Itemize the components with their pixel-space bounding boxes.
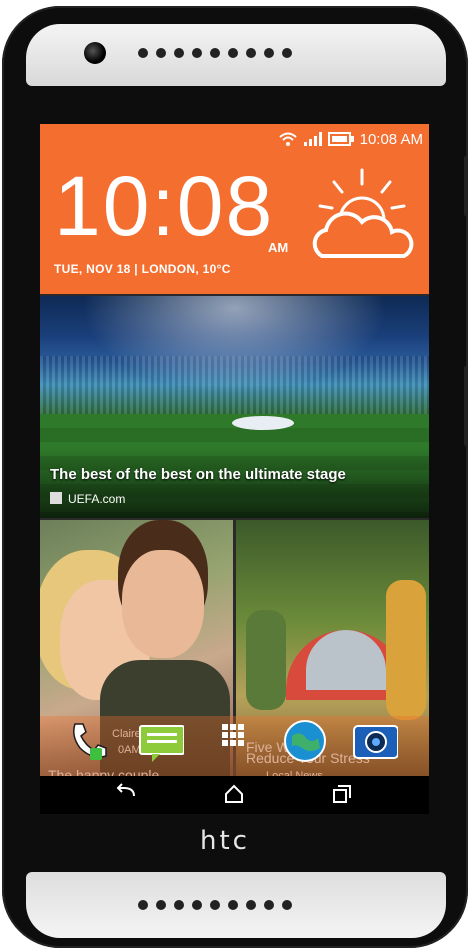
date-location-temp: TUE, NOV 18 | LONDON, 10°C [54,262,231,276]
clock-time: 10:08 [54,159,275,253]
back-icon[interactable] [114,782,138,806]
sun-cloud-icon [312,168,414,258]
browser-icon[interactable] [282,718,328,764]
app-dock [40,716,429,776]
messages-icon[interactable] [138,718,184,764]
camera-icon[interactable] [352,718,398,764]
clock-ampm: AM [268,240,289,255]
clock-weather-widget[interactable]: 10:08 AM 10:08 AM TUE, NOV 18 | LONDON, … [40,124,429,294]
top-speaker [138,48,292,58]
phone-icon[interactable] [66,718,112,764]
signal-icon [303,132,322,146]
wifi-icon [278,132,297,146]
apps-icon[interactable] [210,718,256,764]
navigation-bar [40,776,429,814]
htc-logo: htc [200,826,250,856]
center-logo [232,416,294,430]
recents-icon[interactable] [330,782,354,806]
home-icon[interactable] [222,782,246,806]
status-bar: 10:08 AM [278,128,423,150]
battery-icon [327,132,354,146]
bottom-speaker [138,900,292,910]
front-camera-icon [84,42,106,64]
source-icon [50,492,62,504]
news-source: UEFA.com [68,492,126,506]
power-button [464,366,468,446]
news-tile[interactable] [40,296,429,518]
volume-button [464,156,468,216]
phone-screen: 10:08 AM 10:08 AM TUE, NOV 18 | LONDON, … [40,124,429,814]
status-time: 10:08 AM [359,130,423,148]
news-title: The best of the best on the ultimate sta… [50,466,346,483]
